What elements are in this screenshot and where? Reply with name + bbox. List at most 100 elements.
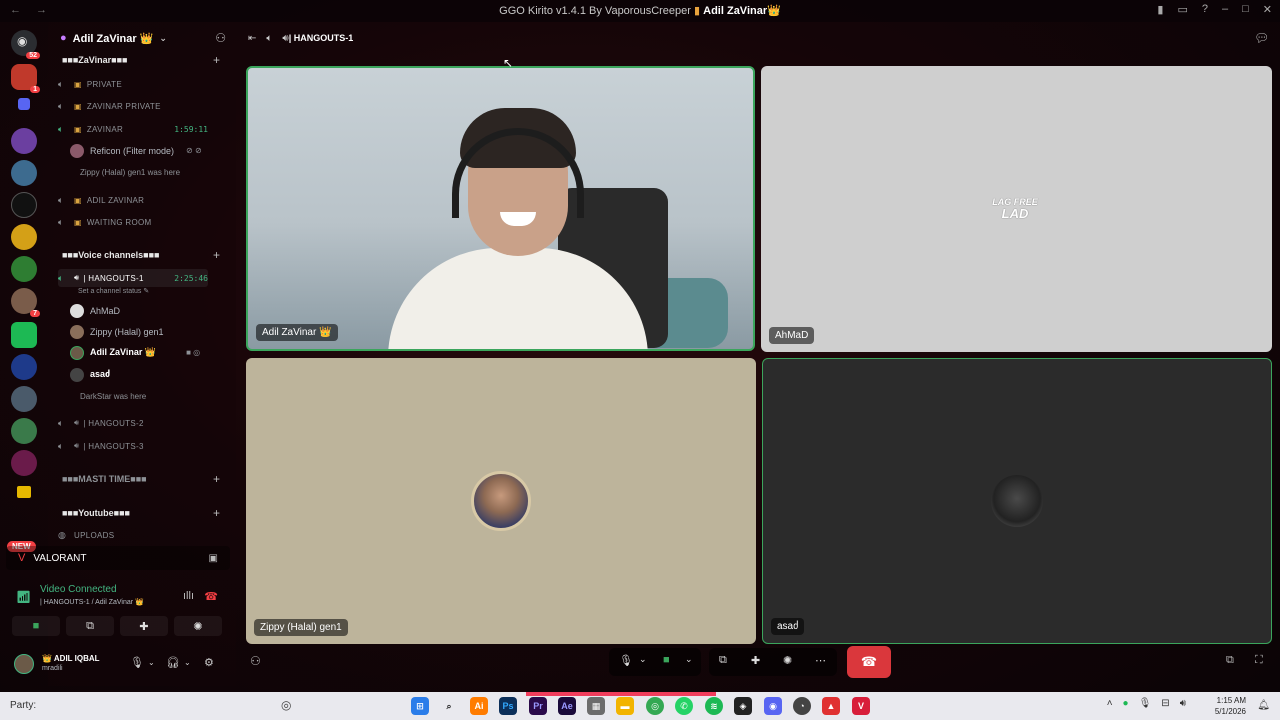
microphone-icon[interactable]: 🎙︎ (619, 654, 633, 667)
screen-share-button[interactable]: ⧉ (66, 616, 114, 636)
file-explorer-icon[interactable]: ▬ (616, 697, 634, 715)
camera-icon[interactable]: ■ (663, 654, 670, 666)
add-channel-icon[interactable]: + (213, 248, 220, 262)
calendar-icon[interactable]: ▦ (587, 697, 605, 715)
chevron-down-icon[interactable]: ⌄ (184, 658, 191, 667)
search-icon[interactable]: ⌕ (440, 697, 458, 715)
close-button[interactable]: ✕ (1263, 3, 1272, 16)
screen-share-icon[interactable]: ▣ (209, 553, 218, 564)
illustrator-icon[interactable]: Ai (470, 697, 488, 715)
maximize-button[interactable]: □ (1242, 3, 1249, 16)
chevron-up-icon[interactable]: ˄ (1107, 698, 1113, 709)
signal-icon[interactable]: 📶︎ (16, 590, 31, 604)
soundboard-icon[interactable]: ✺ (783, 654, 792, 667)
server-icon-5[interactable] (11, 224, 37, 250)
activities-icon[interactable]: ✚ (751, 654, 760, 667)
channel-uploads[interactable]: ◍ UPLOADS (58, 526, 208, 544)
screen-share-icon[interactable]: ⧉ (719, 654, 727, 667)
fullscreen-icon[interactable]: ⛶ (1255, 654, 1263, 667)
headphones-icon[interactable]: 🎧︎ (166, 656, 180, 669)
voice-channel-path[interactable]: | HANGOUTS-1 / Adil ZaVinar 👑 (40, 598, 144, 606)
microphone-icon[interactable]: 🎙︎ (1139, 698, 1152, 709)
server-icon-1[interactable]: 1 (11, 64, 40, 93)
voice-status[interactable]: Video Connected (40, 584, 117, 595)
microphone-icon[interactable]: 🎙︎ (130, 656, 144, 669)
channel-waiting-room[interactable]: 🔈︎ ▣ WAITING ROOM (58, 213, 208, 231)
voice-member[interactable]: Zippy (Halal) gen1 (70, 323, 164, 340)
folder-icon-2[interactable] (17, 486, 31, 498)
channel-status[interactable]: Set a channel status ✎ (78, 287, 149, 295)
server-icon-10[interactable] (11, 386, 37, 412)
app-icon[interactable]: ◈ (734, 697, 752, 715)
end-call-button[interactable]: ☎︎ (847, 646, 891, 678)
network-icon[interactable]: ⊟ (1161, 698, 1169, 709)
inbox-icon[interactable]: ▭ (1177, 3, 1187, 16)
collapse-icon[interactable]: ⇤ (248, 33, 256, 44)
whatsapp-icon[interactable]: ✆ (675, 697, 693, 715)
server-icon-6[interactable] (11, 256, 37, 282)
notification-icon[interactable]: 🔔︎ (1257, 700, 1270, 711)
server-icon-11[interactable] (11, 418, 37, 444)
more-icon[interactable]: ⋯ (815, 654, 826, 667)
video-tile-asad[interactable]: asaძ (762, 358, 1272, 644)
speaker-icon[interactable]: 🔈︎ (266, 33, 272, 44)
premiere-icon[interactable]: Pr (529, 697, 547, 715)
home-button[interactable]: ◉ 52 (11, 30, 40, 59)
voice-member[interactable]: asaძ (70, 366, 110, 383)
server-icon-7[interactable]: 7 (11, 288, 40, 317)
voice-member[interactable]: AhMaD (70, 302, 120, 319)
video-tile-ahmad[interactable]: LAG FREE LAD AhMaD (761, 66, 1272, 352)
after-effects-icon[interactable]: Ae (558, 697, 576, 715)
avatar[interactable] (14, 654, 34, 674)
soundboard-button[interactable]: ✺ (174, 616, 222, 636)
voice-member[interactable]: Adil ZaVinar 👑 ■ ◎ (70, 344, 200, 361)
activity-launcher-icon[interactable]: ⚇ (250, 654, 261, 668)
minimize-button[interactable]: – (1222, 3, 1228, 16)
chrome-icon[interactable]: ◎ (646, 697, 664, 715)
activity-bar[interactable]: V VALORANT ▣ (6, 546, 230, 570)
bookmark-icon[interactable]: ▮ (1157, 3, 1163, 16)
party-icon[interactable]: ◎ (281, 698, 291, 712)
server-icon-9[interactable] (11, 354, 37, 380)
photoshop-icon[interactable]: Ps (499, 697, 517, 715)
status-dot-icon[interactable]: ● (1123, 698, 1129, 709)
help-icon[interactable]: ? (1202, 3, 1208, 16)
chevron-down-icon[interactable]: ⌄ (639, 654, 647, 665)
app-icon-2[interactable]: ◔ (793, 697, 811, 715)
category-voice-channels[interactable]: ■■■Voice channels■■■ (62, 250, 159, 260)
spotify-icon[interactable]: ≋ (705, 697, 723, 715)
valorant-icon[interactable]: V (852, 697, 870, 715)
channel-adil-zavinar[interactable]: 🔈︎ ▣ ADIL ZAVINAR (58, 191, 208, 209)
chevron-down-icon[interactable]: ⌄ (148, 658, 155, 667)
add-channel-icon[interactable]: + (213, 53, 220, 67)
category-zavinar[interactable]: ■■■ZaVinar■■■ (62, 55, 127, 65)
volume-icon[interactable]: 🔊︎ (1180, 698, 1186, 709)
app-icon-3[interactable]: ▲ (822, 697, 840, 715)
server-icon-12[interactable] (11, 450, 37, 476)
activities-button[interactable]: ✚ (120, 616, 168, 636)
channel-zavinar-private[interactable]: 🔈︎ ▣ ZAVINAR PRIVATE (58, 97, 208, 115)
add-channel-icon[interactable]: + (213, 472, 220, 486)
server-icon-3[interactable] (11, 160, 37, 186)
chevron-down-icon[interactable]: ⌄ (685, 654, 693, 665)
folder-icon[interactable] (18, 98, 30, 110)
user-name[interactable]: 👑 ADIL IQBAL (42, 654, 100, 663)
server-icon-8[interactable] (11, 322, 37, 348)
gear-icon[interactable]: ⚙︎ (204, 656, 214, 669)
channel-private[interactable]: 🔈︎ ▣ PRIVATE (58, 75, 208, 93)
popout-icon[interactable]: ⧉ (1226, 654, 1234, 667)
category-youtube[interactable]: ■■■Youtube■■■ (62, 508, 130, 518)
add-member-icon[interactable]: ⚇ (215, 31, 226, 45)
add-channel-icon[interactable]: + (213, 506, 220, 520)
channel-hangouts-3[interactable]: 🔈︎ 🔊︎ | HANGOUTS-3 (58, 437, 208, 455)
server-icon-4[interactable] (11, 192, 37, 218)
category-masti-time[interactable]: ■■■MASTI TIME■■■ (62, 474, 147, 484)
server-icon-2[interactable] (11, 128, 37, 154)
start-icon[interactable]: ⊞ (411, 697, 429, 715)
clock[interactable]: 1:15 AM 5/1/2026 (1215, 695, 1246, 717)
noise-suppression-icon[interactable]: ıllı (183, 590, 194, 602)
voice-member[interactable]: Reficon (Filter mode) ⊘ ⊘ (70, 142, 202, 159)
disconnect-icon[interactable]: ☎︎ (204, 590, 218, 603)
channel-hangouts-2[interactable]: 🔈︎ 🔊︎ | HANGOUTS-2 (58, 414, 208, 432)
camera-button[interactable]: ■ (12, 616, 60, 636)
